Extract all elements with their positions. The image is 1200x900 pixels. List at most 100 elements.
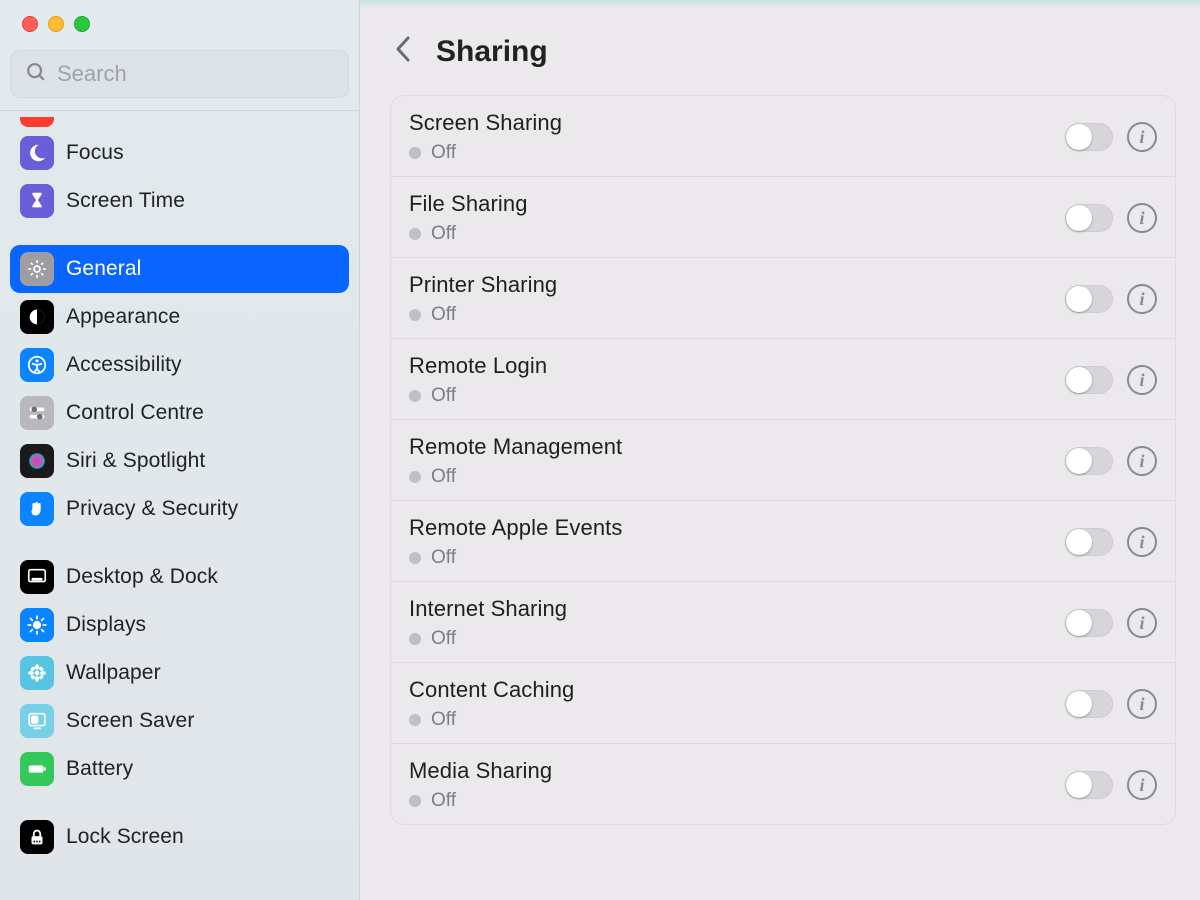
sidebar-item-clipped[interactable] bbox=[20, 117, 54, 127]
contrast-icon bbox=[20, 300, 54, 334]
screensaver-icon bbox=[20, 704, 54, 738]
info-button[interactable]: i bbox=[1127, 203, 1157, 233]
dock-icon bbox=[20, 560, 54, 594]
row-internet-sharing[interactable]: Internet Sharing Off i bbox=[391, 582, 1175, 663]
sidebar-item-label: Battery bbox=[66, 757, 133, 781]
sidebar-item-label: Wallpaper bbox=[66, 661, 161, 685]
sidebar-item-screen-time[interactable]: Screen Time bbox=[10, 177, 349, 225]
row-status: Off bbox=[409, 466, 1065, 488]
window-controls bbox=[0, 12, 359, 50]
sidebar-item-label: Screen Time bbox=[66, 189, 185, 213]
status-dot-icon bbox=[409, 147, 421, 159]
toggle-content-caching[interactable] bbox=[1065, 690, 1113, 718]
toggle-remote-login[interactable] bbox=[1065, 366, 1113, 394]
sidebar-item-label: Siri & Spotlight bbox=[66, 449, 205, 473]
zoom-window-button[interactable] bbox=[74, 16, 90, 32]
row-status: Off bbox=[409, 628, 1065, 650]
toggle-media-sharing[interactable] bbox=[1065, 771, 1113, 799]
status-dot-icon bbox=[409, 795, 421, 807]
info-button[interactable]: i bbox=[1127, 770, 1157, 800]
row-printer-sharing[interactable]: Printer Sharing Off i bbox=[391, 258, 1175, 339]
sidebar-item-label: Screen Saver bbox=[66, 709, 194, 733]
sidebar-item-siri-spotlight[interactable]: Siri & Spotlight bbox=[10, 437, 349, 485]
status-dot-icon bbox=[409, 714, 421, 726]
page-title: Sharing bbox=[436, 35, 548, 69]
back-button[interactable] bbox=[392, 34, 416, 69]
row-status: Off bbox=[409, 385, 1065, 407]
sidebar-item-label: Privacy & Security bbox=[66, 497, 238, 521]
main-header: Sharing bbox=[360, 8, 1200, 91]
toggle-printer-sharing[interactable] bbox=[1065, 285, 1113, 313]
row-title: Media Sharing bbox=[409, 758, 1065, 784]
toggle-remote-management[interactable] bbox=[1065, 447, 1113, 475]
row-remote-management[interactable]: Remote Management Off i bbox=[391, 420, 1175, 501]
sidebar-item-general[interactable]: General bbox=[10, 245, 349, 293]
status-dot-icon bbox=[409, 309, 421, 321]
row-title: Remote Management bbox=[409, 434, 1065, 460]
sidebar-item-label: Appearance bbox=[66, 305, 180, 329]
info-button[interactable]: i bbox=[1127, 527, 1157, 557]
sidebar-item-lock-screen[interactable]: Lock Screen bbox=[10, 813, 349, 861]
sidebar-item-control-centre[interactable]: Control Centre bbox=[10, 389, 349, 437]
row-remote-login[interactable]: Remote Login Off i bbox=[391, 339, 1175, 420]
toggle-file-sharing[interactable] bbox=[1065, 204, 1113, 232]
row-media-sharing[interactable]: Media Sharing Off i bbox=[391, 744, 1175, 824]
hand-icon bbox=[20, 492, 54, 526]
sidebar-item-label: Control Centre bbox=[66, 401, 204, 425]
row-title: Remote Apple Events bbox=[409, 515, 1065, 541]
row-status: Off bbox=[409, 304, 1065, 326]
info-button[interactable]: i bbox=[1127, 122, 1157, 152]
sharing-list: Screen Sharing Off i File Sharing Off i bbox=[390, 95, 1176, 825]
battery-icon bbox=[20, 752, 54, 786]
sidebar-item-label: General bbox=[66, 257, 141, 281]
row-title: Content Caching bbox=[409, 677, 1065, 703]
toggle-internet-sharing[interactable] bbox=[1065, 609, 1113, 637]
search-field[interactable] bbox=[10, 50, 349, 98]
row-title: File Sharing bbox=[409, 191, 1065, 217]
sidebar-nav[interactable]: Focus Screen Time General Appearance bbox=[0, 110, 359, 900]
status-dot-icon bbox=[409, 228, 421, 240]
search-icon bbox=[25, 61, 47, 88]
minimize-window-button[interactable] bbox=[48, 16, 64, 32]
toggle-screen-sharing[interactable] bbox=[1065, 123, 1113, 151]
sidebar-item-displays[interactable]: Displays bbox=[10, 601, 349, 649]
sidebar-item-label: Lock Screen bbox=[66, 825, 184, 849]
row-screen-sharing[interactable]: Screen Sharing Off i bbox=[391, 96, 1175, 177]
row-title: Screen Sharing bbox=[409, 110, 1065, 136]
lock-icon bbox=[20, 820, 54, 854]
info-button[interactable]: i bbox=[1127, 365, 1157, 395]
sidebar-item-focus[interactable]: Focus bbox=[10, 129, 349, 177]
row-status: Off bbox=[409, 709, 1065, 731]
row-file-sharing[interactable]: File Sharing Off i bbox=[391, 177, 1175, 258]
sidebar-item-privacy-security[interactable]: Privacy & Security bbox=[10, 485, 349, 533]
row-remote-apple-events[interactable]: Remote Apple Events Off i bbox=[391, 501, 1175, 582]
row-status: Off bbox=[409, 223, 1065, 245]
sidebar-item-label: Accessibility bbox=[66, 353, 182, 377]
sidebar-item-wallpaper[interactable]: Wallpaper bbox=[10, 649, 349, 697]
status-dot-icon bbox=[409, 633, 421, 645]
info-button[interactable]: i bbox=[1127, 689, 1157, 719]
sidebar-item-appearance[interactable]: Appearance bbox=[10, 293, 349, 341]
search-input[interactable] bbox=[57, 61, 345, 87]
accessibility-icon bbox=[20, 348, 54, 382]
row-content-caching[interactable]: Content Caching Off i bbox=[391, 663, 1175, 744]
sliders-icon bbox=[20, 396, 54, 430]
toggle-remote-apple-events[interactable] bbox=[1065, 528, 1113, 556]
sidebar-item-label: Desktop & Dock bbox=[66, 565, 218, 589]
sidebar-item-battery[interactable]: Battery bbox=[10, 745, 349, 793]
close-window-button[interactable] bbox=[22, 16, 38, 32]
row-title: Printer Sharing bbox=[409, 272, 1065, 298]
sidebar-item-screen-saver[interactable]: Screen Saver bbox=[10, 697, 349, 745]
info-button[interactable]: i bbox=[1127, 446, 1157, 476]
sidebar-item-desktop-dock[interactable]: Desktop & Dock bbox=[10, 553, 349, 601]
info-button[interactable]: i bbox=[1127, 608, 1157, 638]
row-status: Off bbox=[409, 790, 1065, 812]
info-button[interactable]: i bbox=[1127, 284, 1157, 314]
status-dot-icon bbox=[409, 552, 421, 564]
row-title: Internet Sharing bbox=[409, 596, 1065, 622]
status-dot-icon bbox=[409, 390, 421, 402]
row-status: Off bbox=[409, 547, 1065, 569]
hourglass-icon bbox=[20, 184, 54, 218]
row-title: Remote Login bbox=[409, 353, 1065, 379]
sidebar-item-accessibility[interactable]: Accessibility bbox=[10, 341, 349, 389]
